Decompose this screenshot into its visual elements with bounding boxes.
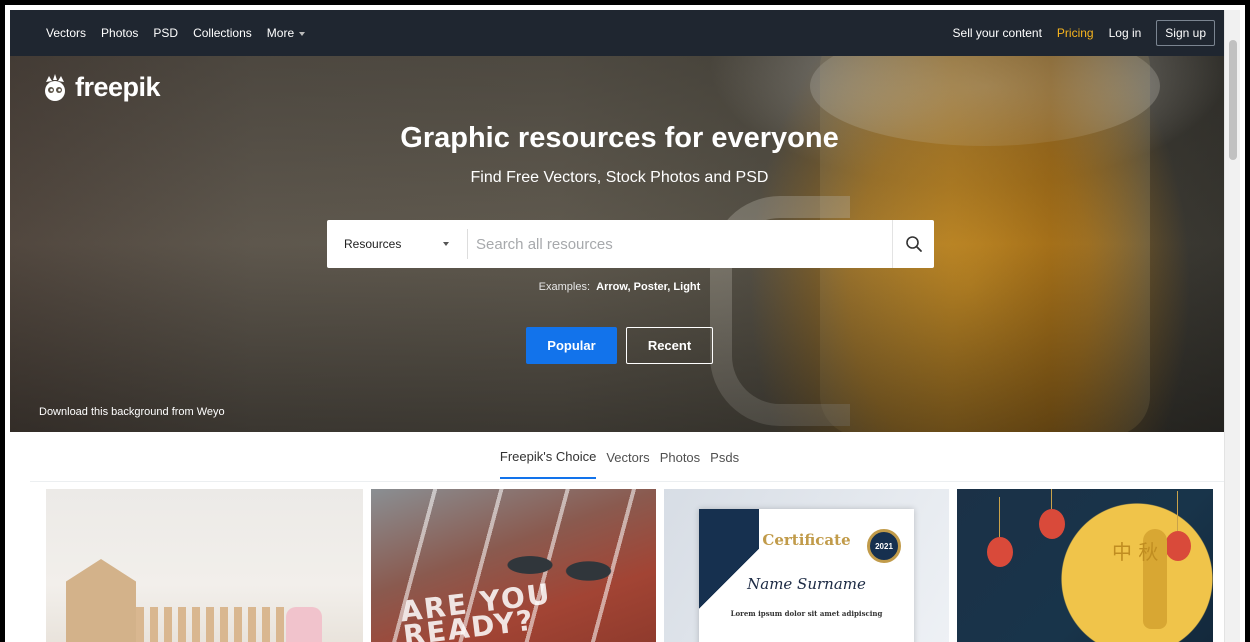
example-arrow[interactable]: Arrow — [596, 281, 627, 293]
top-nav-right: Sell your content Pricing Log in Sign up — [953, 20, 1215, 46]
tab-freepiks-choice[interactable]: Freepik's Choice — [499, 434, 597, 479]
tab-psds[interactable]: Psds — [710, 435, 739, 478]
certificate-badge: 2021 — [867, 529, 901, 563]
example-poster[interactable]: Poster — [634, 281, 668, 293]
tabs-divider — [30, 481, 1229, 482]
top-nav: Vectors Photos PSD Collections More Sell… — [10, 10, 1229, 56]
sell-content-link[interactable]: Sell your content — [953, 26, 1042, 40]
resource-type-select[interactable]: Resources — [327, 220, 467, 268]
login-link[interactable]: Log in — [1109, 26, 1142, 40]
tab-photos[interactable]: Photos — [660, 435, 700, 478]
certificate-image: Certificate 2021 Name Surname Lorem ipsu… — [699, 509, 914, 642]
page-scrollbar[interactable] — [1224, 10, 1240, 642]
pricing-link[interactable]: Pricing — [1057, 26, 1094, 40]
tab-vectors[interactable]: Vectors — [606, 435, 649, 478]
resource-grid: ARE YOU READY? Certificate 2021 Name Sur… — [46, 489, 1216, 642]
resource-card-nursery[interactable] — [46, 489, 363, 642]
content-tabs-inner: Freepik's Choice Vectors Photos Psds — [499, 432, 740, 482]
nav-collections[interactable]: Collections — [193, 26, 252, 40]
top-nav-left: Vectors Photos PSD Collections More — [46, 26, 306, 40]
dollhouse-shelf-image — [66, 559, 136, 642]
certificate-name: Name Surname — [747, 575, 866, 593]
mid-autumn-text: 中 秋 — [1112, 540, 1159, 564]
freepik-mascot-icon — [45, 73, 65, 101]
resource-type-value: Resources — [344, 237, 402, 251]
caret-down-icon — [443, 242, 449, 246]
certificate-lorem: Lorem ipsum dolor sit amet adipiscing — [730, 609, 883, 618]
hero-title: Graphic resources for everyone — [400, 122, 839, 154]
lantern-icon — [987, 497, 1013, 567]
fence-image — [136, 607, 286, 642]
lantern-icon — [1039, 489, 1065, 539]
freepik-page: Vectors Photos PSD Collections More Sell… — [10, 10, 1229, 642]
search-examples: Examples: Arrow, Poster, Light — [538, 281, 701, 293]
nav-psd[interactable]: PSD — [153, 26, 178, 40]
signup-button[interactable]: Sign up — [1156, 20, 1215, 46]
background-credit[interactable]: Download this background from Weyo — [39, 406, 225, 418]
scrollbar-thumb[interactable] — [1229, 40, 1237, 160]
nav-photos[interactable]: Photos — [101, 26, 138, 40]
nav-vectors[interactable]: Vectors — [46, 26, 86, 40]
search-icon — [905, 236, 922, 252]
example-light[interactable]: Light — [673, 281, 700, 293]
chevron-down-icon — [299, 31, 306, 36]
sort-buttons: Popular Recent — [10, 327, 1229, 364]
freepik-wordmark: freepik — [75, 72, 161, 102]
hero-subtitle: Find Free Vectors, Stock Photos and PSD — [470, 169, 769, 186]
resource-card-running-track[interactable]: ARE YOU READY? — [371, 489, 656, 642]
search-button[interactable] — [892, 220, 934, 268]
freepik-logo[interactable]: freepik — [40, 72, 161, 103]
hero-banner: freepik Graphic resources for everyone F… — [10, 56, 1229, 432]
resource-card-certificate[interactable]: Certificate 2021 Name Surname Lorem ipsu… — [664, 489, 949, 642]
resource-card-mid-autumn[interactable]: 中 秋 — [957, 489, 1213, 642]
nav-more-label: More — [266, 26, 295, 40]
content-tabs: Freepik's Choice Vectors Photos Psds — [10, 432, 1229, 482]
browser-frame: Vectors Photos PSD Collections More Sell… — [0, 0, 1250, 642]
search-bar: Resources — [327, 220, 934, 268]
examples-label: Examples: — [538, 281, 591, 293]
lantern-icon — [1165, 491, 1191, 561]
recent-button[interactable]: Recent — [626, 327, 713, 364]
popular-button[interactable]: Popular — [526, 327, 617, 364]
nav-more[interactable]: More — [266, 26, 306, 40]
search-input[interactable] — [468, 220, 892, 268]
pink-chair-image — [286, 607, 322, 642]
